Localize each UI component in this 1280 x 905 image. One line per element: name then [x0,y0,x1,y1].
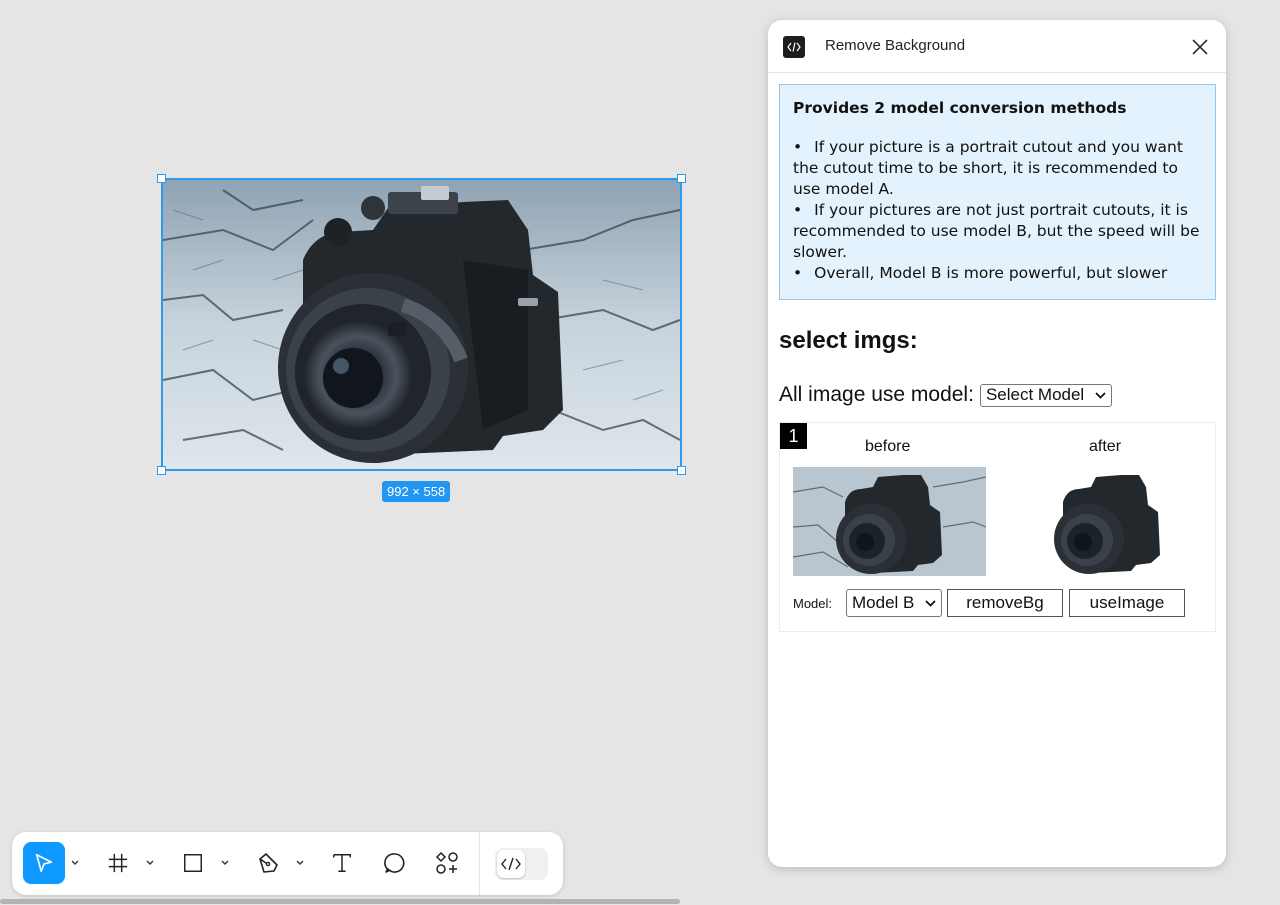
pen-tool-button[interactable] [247,842,289,884]
selected-image-frame[interactable] [157,174,686,475]
chevron-down-icon [71,860,79,865]
resize-handle-bottom-right[interactable] [677,466,686,475]
info-heading: Provides 2 model conversion methods [793,99,1127,117]
image-index-badge: 1 [780,423,807,449]
plugin-panel: Remove Background Provides 2 model conve… [768,20,1226,867]
frame-tool-button[interactable] [97,842,139,884]
bottom-toolbar [12,832,563,895]
actions-icon [435,851,458,874]
after-label: after [1089,438,1122,455]
all-model-row: All image use model: Select Model [779,383,1112,407]
rectangle-icon [184,854,202,872]
select-images-heading: select imgs: [779,327,918,354]
toolbar-divider [479,832,480,895]
chevron-down-icon [146,860,154,865]
resize-handle-top-left[interactable] [157,174,166,183]
camera-photo[interactable] [163,180,680,469]
selection-size-badge: 992 × 558 [382,481,451,502]
resize-handle-bottom-left[interactable] [157,466,166,475]
pen-tool-dropdown[interactable] [294,854,306,872]
info-box: Provides 2 model conversion methods If y… [779,84,1216,300]
image-card: 1 before after Model: Model B removeBg u… [779,422,1216,632]
resize-handle-top-right[interactable] [677,174,686,183]
close-icon [1192,39,1208,55]
actions-tool-button[interactable] [426,842,468,884]
panel-title: Remove Background [825,37,966,54]
frame-tool-dropdown[interactable] [144,854,156,872]
after-image [1051,467,1166,576]
info-item: If your pictures are not just portrait c… [793,200,1202,263]
all-model-select-value: Select Model [985,385,1085,404]
chevron-down-icon [925,599,936,607]
model-label: Model: [793,596,833,611]
comment-icon [384,853,405,873]
remove-bg-button[interactable]: removeBg [947,589,1063,617]
text-tool-button[interactable] [321,842,363,884]
panel-header: Remove Background [768,20,1226,73]
frame-icon [108,853,128,873]
info-list: If your picture is a portrait cutout and… [793,137,1202,284]
dev-mode-toggle[interactable] [495,848,548,880]
code-icon [501,857,521,871]
comment-tool-button[interactable] [374,842,416,884]
plugin-code-icon [783,36,805,58]
before-label: before [865,438,911,455]
all-model-select[interactable]: Select Model [979,383,1112,407]
info-item: If your picture is a portrait cutout and… [793,137,1202,200]
before-image [793,467,986,576]
move-tool-dropdown[interactable] [69,854,81,872]
image-model-select-value: Model B [852,593,915,612]
move-pointer-icon [35,853,53,873]
chevron-down-icon [221,860,229,865]
image-model-select[interactable]: Model B [846,589,942,617]
chevron-down-icon [1095,391,1106,399]
use-image-button[interactable]: useImage [1069,589,1185,617]
dev-mode-knob [497,850,525,878]
close-button[interactable] [1189,36,1211,58]
move-tool-button[interactable] [23,842,65,884]
shape-tool-dropdown[interactable] [219,854,231,872]
all-model-label: All image use model: [779,383,974,406]
pen-icon [259,853,278,873]
horizontal-scrollbar[interactable] [0,899,680,904]
shape-tool-button[interactable] [172,842,214,884]
text-icon [333,854,351,872]
chevron-down-icon [296,860,304,865]
info-item: Overall, Model B is more powerful, but s… [793,263,1202,284]
